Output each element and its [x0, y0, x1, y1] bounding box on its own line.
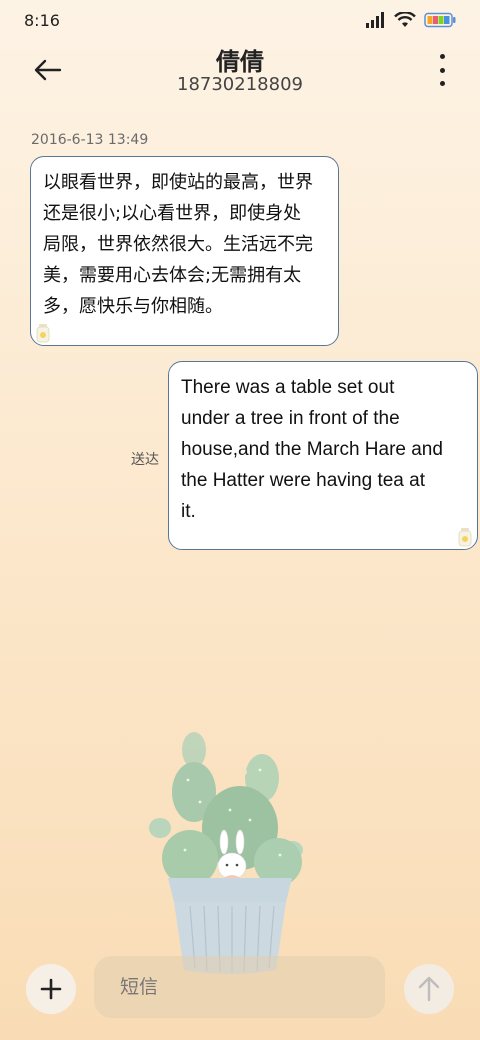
- message-line: 美，需要用心去体会;无需拥有太: [43, 265, 302, 286]
- message-line: There was a table set out: [181, 377, 395, 398]
- message-line: 局限，世界依然很大。生活远不完: [43, 234, 313, 255]
- message-line: the Hatter were having tea at: [181, 470, 425, 491]
- send-button[interactable]: [404, 964, 454, 1014]
- more-dot-icon: [439, 67, 445, 73]
- message-line: 多，愿快乐与你相随。: [43, 296, 223, 317]
- message-line: under a tree in front of the: [181, 408, 400, 429]
- battery-icon: [424, 12, 456, 28]
- message-line: it.: [181, 501, 196, 522]
- incoming-message-bubble[interactable]: 以眼看世界，即使站的最高，世界 还是很小;以心看世界，即使身处 局限，世界依然很…: [30, 156, 339, 346]
- contact-name: 倩倩: [216, 48, 264, 76]
- message-line: 还是很小;以心看世界，即使身处: [43, 203, 302, 224]
- jar-icon: [36, 324, 50, 343]
- outgoing-message-bubble[interactable]: There was a table set out under a tree i…: [168, 361, 478, 550]
- jar-icon: [458, 528, 472, 547]
- more-options-button[interactable]: [434, 54, 450, 86]
- conversation-header: 倩倩 18730218809: [0, 40, 480, 104]
- status-bar: 8:16: [0, 0, 480, 40]
- signal-icon: [366, 12, 384, 28]
- more-dot-icon: [439, 81, 445, 86]
- contact-number: 18730218809: [177, 74, 303, 95]
- add-attachment-button[interactable]: [26, 964, 76, 1014]
- message-input[interactable]: [94, 956, 385, 1018]
- wifi-icon: [394, 12, 416, 27]
- message-line: 以眼看世界，即使站的最高，世界: [43, 172, 313, 193]
- status-icons: [366, 12, 456, 28]
- delivery-status: 送达: [131, 452, 159, 468]
- message-line: house,and the March Hare and: [181, 439, 443, 460]
- cactus-wallpaper-illustration: [149, 732, 303, 974]
- plus-icon: [40, 978, 62, 1000]
- more-dot-icon: [439, 54, 445, 59]
- message-timestamp: 2016-6-13 13:49: [31, 132, 149, 148]
- arrow-up-icon: [418, 976, 440, 1002]
- status-time: 8:16: [24, 10, 60, 30]
- compose-bar: [0, 950, 480, 1030]
